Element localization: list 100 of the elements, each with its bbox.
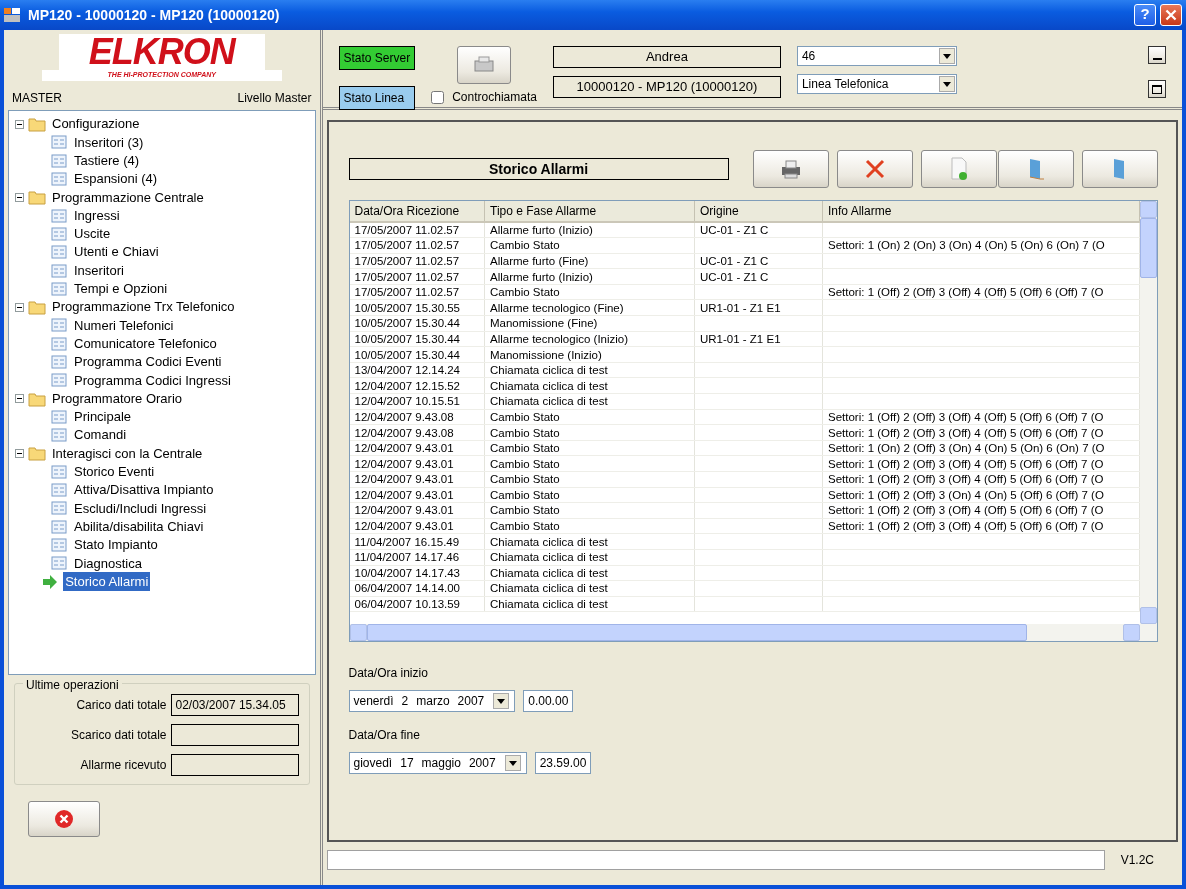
table-cell: Cambio Stato xyxy=(490,426,560,439)
table-cell: 12/04/2007 9.43.01 xyxy=(354,520,454,533)
table-cell: Cambio Stato xyxy=(490,520,560,533)
tree-item[interactable]: Espansioni (4) xyxy=(72,169,160,189)
table-cell: Allarme furto (Fine) xyxy=(490,255,589,267)
table-cell: Chiamata ciclica di test xyxy=(490,551,608,564)
panel-title: Storico Allarmi xyxy=(348,158,729,180)
list-icon xyxy=(50,171,68,188)
time-field[interactable]: 23.59.00 xyxy=(534,752,592,774)
list-icon xyxy=(50,408,68,425)
status-indicator: Stato Server xyxy=(338,46,416,70)
date-picker[interactable]: giovedì 17 maggio 2007 xyxy=(348,752,527,774)
vertical-scrollbar[interactable] xyxy=(1140,201,1157,624)
callback-checkbox[interactable] xyxy=(431,90,445,104)
close-icon[interactable] xyxy=(1160,4,1182,26)
list-icon xyxy=(50,244,68,261)
app-icon xyxy=(4,8,20,22)
expander-icon[interactable] xyxy=(15,119,24,129)
caret-icon xyxy=(508,760,517,766)
exit-button[interactable] xyxy=(28,801,100,837)
tree-item[interactable]: Programmatore Orario xyxy=(50,388,185,409)
column-header[interactable]: Tipo e Fase Allarme xyxy=(484,201,695,222)
tree-item[interactable]: Diagnostica xyxy=(72,553,144,574)
caret-icon xyxy=(942,81,951,87)
maximize-button[interactable] xyxy=(1148,80,1166,98)
table-cell: UR1-01 - Z1 E1 xyxy=(700,332,781,345)
tree-item[interactable]: Abilita/disabilita Chiavi xyxy=(72,516,206,537)
tree-item[interactable]: Principale xyxy=(72,407,134,427)
tree-item[interactable]: Storico Allarmi xyxy=(63,571,151,592)
list-icon xyxy=(50,555,68,572)
close-circle-icon xyxy=(54,809,74,829)
folder-icon xyxy=(28,299,46,316)
scroll-thumb[interactable] xyxy=(366,624,1027,641)
user-level: Livello Master xyxy=(237,89,312,107)
table-cell: Settori: 1 (Off) 2 (Off) 3 (Off) 4 (Off) 5 (Off) 6 (Off) 7 (O xyxy=(828,457,1104,470)
table-cell: Chiamata ciclica di test xyxy=(490,379,608,392)
minimize-button[interactable] xyxy=(1148,46,1166,64)
horizontal-scrollbar[interactable] xyxy=(349,624,1157,641)
tree-item[interactable]: Escludi/Includi Ingressi xyxy=(72,498,209,519)
column-header[interactable]: Info Allarme xyxy=(822,201,1140,222)
table-cell: UC-01 - Z1 C xyxy=(700,255,769,267)
table-cell: Cambio Stato xyxy=(490,286,560,299)
callback-label: Controchiamata xyxy=(452,89,537,106)
table-cell: Cambio Stato xyxy=(490,473,560,486)
tree-item[interactable]: Comandi xyxy=(72,425,129,445)
table-cell: Settori: 1 (Off) 2 (Off) 3 (Off) 4 (Off) 5 (Off) 6 (Off) 7 (O xyxy=(828,520,1104,533)
column-header[interactable]: Data/Ora Ricezione xyxy=(349,201,485,222)
column-header[interactable]: Origine xyxy=(694,201,823,222)
tree-item[interactable]: Inseritori xyxy=(72,260,126,281)
tree-item[interactable]: Stato Impianto xyxy=(72,535,160,555)
tree-item[interactable]: Attiva/Disattiva Impianto xyxy=(72,480,216,500)
list-icon xyxy=(50,427,68,444)
tree-item[interactable]: Tempi e Opzioni xyxy=(72,279,170,299)
delete-button[interactable] xyxy=(836,150,913,188)
list-icon xyxy=(50,317,68,334)
table-cell: 10/05/2007 15.30.44 xyxy=(354,348,461,361)
expander-icon[interactable] xyxy=(15,302,24,312)
table-cell: UC-01 - Z1 C xyxy=(700,270,769,283)
tree-item[interactable]: Ingressi xyxy=(72,205,122,226)
dropdown[interactable]: Linea Telefonica xyxy=(796,74,957,94)
table-cell: 17/05/2007 11.02.57 xyxy=(354,270,460,283)
table-cell: 10/04/2007 14.17.43 xyxy=(354,566,461,579)
tree-item[interactable]: Configurazione xyxy=(50,114,142,134)
table-cell: Settori: 1 (Off) 2 (Off) 3 (Off) 4 (Off) 5 (Off) 6 (Off) 7 (O xyxy=(828,426,1104,439)
tree-item[interactable]: Uscite xyxy=(72,224,113,244)
tree-item[interactable]: Programma Codici Ingressi xyxy=(72,370,233,391)
table-cell: Allarme tecnologico (Inizio) xyxy=(490,332,629,345)
status-indicator: Stato Linea xyxy=(338,86,416,110)
folder-icon xyxy=(28,390,46,407)
book-button[interactable] xyxy=(998,150,1074,188)
print-button[interactable] xyxy=(752,150,829,188)
tree-item[interactable]: Programmazione Trx Telefonico xyxy=(50,297,237,317)
expander-icon[interactable] xyxy=(15,449,24,458)
network-button[interactable] xyxy=(457,46,512,84)
expander-icon[interactable] xyxy=(15,192,24,202)
table-cell: 10/05/2007 15.30.55 xyxy=(354,301,461,314)
new-document-button[interactable] xyxy=(920,150,997,188)
tree-item[interactable]: Tastiere (4) xyxy=(72,151,142,171)
help-button[interactable]: ? xyxy=(1134,4,1156,26)
dropdown[interactable]: 46 xyxy=(796,46,957,66)
book-button[interactable] xyxy=(1082,150,1158,188)
table-cell: Cambio Stato xyxy=(490,504,560,517)
tree-item[interactable]: Programma Codici Eventi xyxy=(72,352,224,372)
tree-item[interactable]: Comunicatore Telefonico xyxy=(72,333,219,354)
scroll-thumb[interactable] xyxy=(1140,218,1157,278)
table-cell: 13/04/2007 12.14.24 xyxy=(354,364,461,377)
tree-item[interactable]: Programmazione Centrale xyxy=(50,187,206,208)
tree-item[interactable]: Interagisci con la Centrale xyxy=(50,443,205,464)
time-field[interactable]: 0.00.00 xyxy=(523,690,574,712)
table-cell: 17/05/2007 11.02.57 xyxy=(354,255,460,267)
tree-item[interactable]: Storico Eventi xyxy=(72,462,157,482)
tree-item[interactable]: Inseritori (3) xyxy=(72,132,146,153)
expander-icon[interactable] xyxy=(15,394,24,404)
date-picker[interactable]: venerdì 2 marzo 2007 xyxy=(348,690,516,712)
table-cell: Cambio Stato xyxy=(490,488,560,501)
tree-item[interactable]: Utenti e Chiavi xyxy=(72,242,161,262)
folder-icon xyxy=(28,189,46,206)
tree-item[interactable]: Numeri Telefonici xyxy=(72,315,176,336)
table-cell: 12/04/2007 12.15.52 xyxy=(354,379,461,392)
table-cell: 17/05/2007 11.02.57 xyxy=(354,239,460,252)
